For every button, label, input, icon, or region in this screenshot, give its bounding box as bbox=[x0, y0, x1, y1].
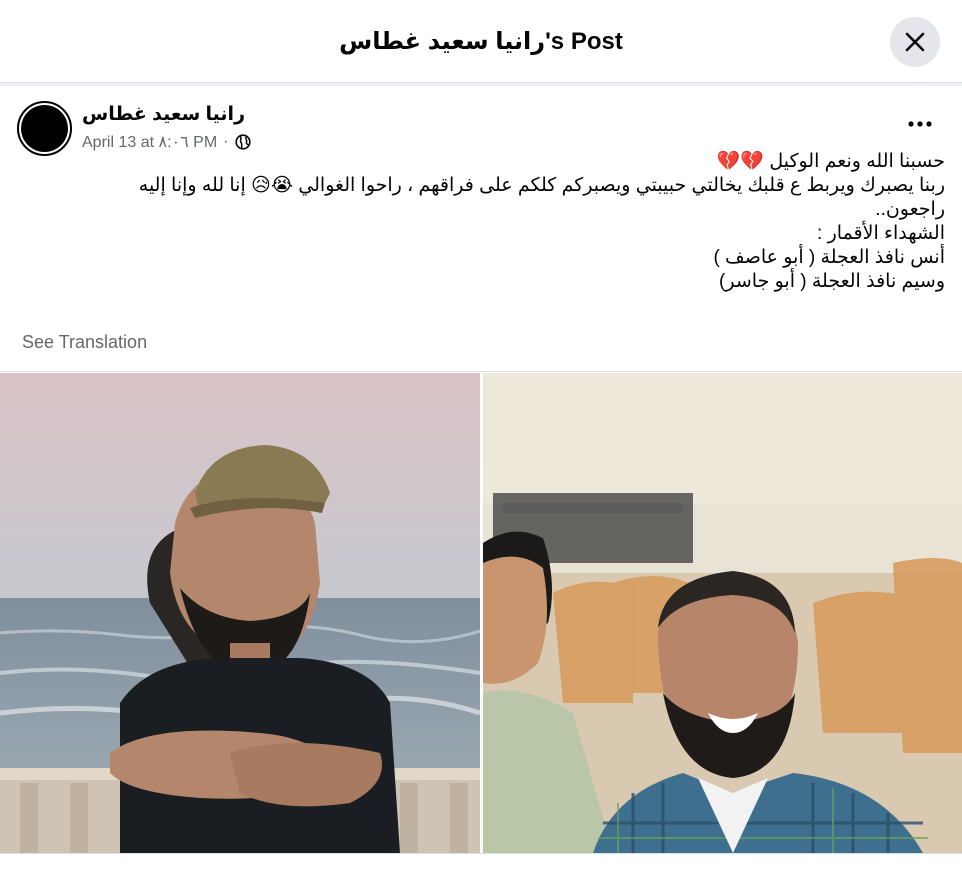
post-meta: April 13 at ٨:٠٦ PM · bbox=[82, 132, 251, 152]
author-avatar[interactable] bbox=[17, 101, 72, 156]
more-options-button[interactable] bbox=[900, 108, 940, 140]
post-line: الشهداء الأقمار : bbox=[817, 223, 945, 244]
post-line: ربنا يصبرك ويربط ع قلبك يخالتي حبيبتي وي… bbox=[138, 175, 945, 220]
avatar-image bbox=[21, 105, 68, 152]
close-button[interactable] bbox=[890, 17, 940, 67]
header-divider bbox=[0, 83, 962, 86]
modal-header: رانيا سعيد غطاس's Post bbox=[0, 0, 962, 83]
photo-grid bbox=[0, 371, 962, 853]
post-date[interactable]: April 13 at ٨:٠٦ PM bbox=[82, 132, 217, 152]
post-footer bbox=[0, 853, 962, 881]
post-body: حسبنا الله ونعم الوكيل 💔💔 ربنا يصبرك وير… bbox=[65, 150, 945, 294]
author-name[interactable]: رانيا سعيد غطاس bbox=[82, 103, 245, 126]
see-translation-link[interactable]: See Translation bbox=[22, 332, 147, 353]
more-options-icon bbox=[908, 121, 932, 127]
close-icon bbox=[905, 32, 925, 52]
modal-title: رانيا سعيد غطاس's Post bbox=[339, 28, 623, 55]
post-photo-1[interactable] bbox=[0, 373, 480, 853]
meta-separator: · bbox=[223, 133, 229, 150]
post-line: أنس نافذ العجلة ( أبو عاصف ) bbox=[713, 247, 945, 268]
post-line: وسيم نافذ العجلة ( أبو جاسر) bbox=[719, 271, 945, 292]
post-modal: رانيا سعيد غطاس's Post رانيا سعيد غطاس A… bbox=[0, 0, 962, 881]
post-line: حسبنا الله ونعم الوكيل 💔💔 bbox=[716, 151, 945, 172]
globe-icon[interactable] bbox=[234, 134, 251, 150]
post-photo-2[interactable] bbox=[483, 373, 962, 853]
